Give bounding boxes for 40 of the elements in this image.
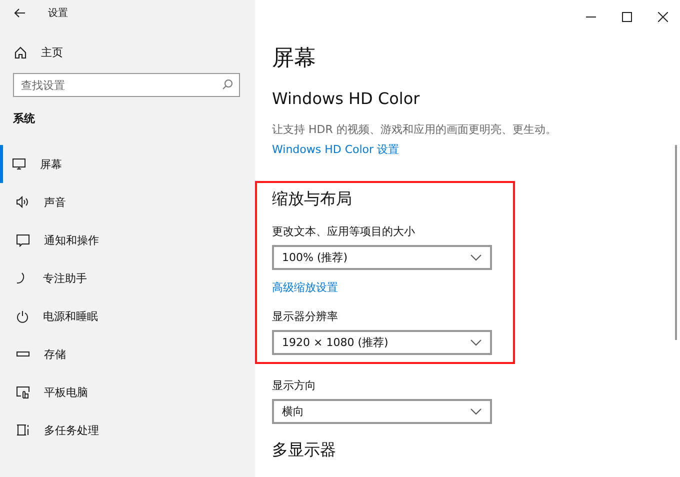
window-title: 设置 <box>48 6 68 20</box>
close-icon[interactable] <box>658 12 668 22</box>
section-heading: Windows HD Color <box>272 89 420 108</box>
settings-link[interactable]: Windows HD Color 设置 <box>272 143 400 156</box>
monitor-icon <box>12 158 26 170</box>
nav-item[interactable]: 多任务处理 <box>0 411 255 449</box>
home-icon <box>14 46 27 59</box>
dropdown[interactable]: 1920 × 1080 (推荐) <box>272 330 492 355</box>
section-heading: 缩放与布局 <box>272 189 352 210</box>
field-label: 显示器分辨率 <box>272 309 338 324</box>
dropdown[interactable]: 100% (推荐) <box>272 245 492 270</box>
field-label: 显示方向 <box>272 378 316 393</box>
nav-item[interactable]: 电源和睡眠 <box>0 297 255 335</box>
settings-link[interactable]: 高级缩放设置 <box>272 281 338 294</box>
scrollbar[interactable] <box>675 145 677 340</box>
page-title: 屏幕 <box>272 45 316 73</box>
nav-item[interactable]: 平板电脑 <box>0 373 255 411</box>
home-link[interactable]: 主页 <box>14 45 63 60</box>
search-icon <box>222 79 233 90</box>
chevron-down-icon <box>470 408 482 415</box>
nav-item[interactable]: 专注助手 <box>0 259 255 297</box>
dropdown[interactable]: 横向 <box>272 399 492 424</box>
field-label: 更改文本、应用等项目的大小 <box>272 224 415 239</box>
section-heading: 多显示器 <box>272 440 336 461</box>
nav-item[interactable]: 存储 <box>0 335 255 373</box>
chevron-down-icon <box>470 254 482 261</box>
nav-item[interactable]: 通知和操作 <box>0 221 255 259</box>
chevron-down-icon <box>470 339 482 346</box>
tablet-icon <box>16 386 30 398</box>
search-field[interactable]: 查找设置 <box>13 73 240 97</box>
message-icon <box>16 234 30 246</box>
maximize-icon[interactable] <box>622 12 632 22</box>
back-arrow-icon[interactable] <box>14 8 26 18</box>
nav-item[interactable]: 声音 <box>0 183 255 221</box>
drive-icon <box>16 351 30 357</box>
power-icon <box>16 310 29 322</box>
description-text: 让支持 HDR 的视频、游戏和应用的画面更明亮、更生动。 <box>272 122 556 137</box>
multitask-icon <box>16 424 30 436</box>
section-heading: 系统 <box>13 111 35 126</box>
speaker-icon <box>16 196 30 208</box>
